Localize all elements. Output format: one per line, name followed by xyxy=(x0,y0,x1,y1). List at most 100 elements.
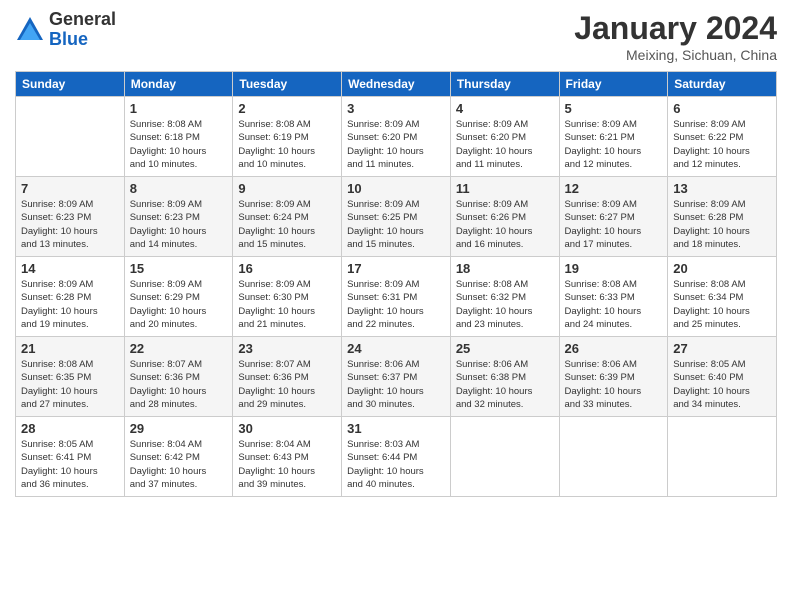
day-number: 24 xyxy=(347,341,445,356)
calendar-cell: 25 Sunrise: 8:06 AM Sunset: 6:38 PM Dayli… xyxy=(450,337,559,417)
calendar-cell: 1 Sunrise: 8:08 AM Sunset: 6:18 PM Daylig… xyxy=(124,97,233,177)
day-info: Sunrise: 8:09 AM Sunset: 6:31 PM Dayligh… xyxy=(347,278,445,331)
day-info: Sunrise: 8:09 AM Sunset: 6:25 PM Dayligh… xyxy=(347,198,445,251)
day-info: Sunrise: 8:09 AM Sunset: 6:28 PM Dayligh… xyxy=(21,278,119,331)
calendar-cell: 5Sunrise: 8:09 AM Sunset: 6:21 PM Daylig… xyxy=(559,97,668,177)
calendar-cell: 17 Sunrise: 8:09 AM Sunset: 6:31 PM Dayli… xyxy=(342,257,451,337)
day-info: Sunrise: 8:08 AM Sunset: 6:32 PM Dayligh… xyxy=(456,278,554,331)
day-info: Sunrise: 8:09 AM Sunset: 6:23 PM Dayligh… xyxy=(21,198,119,251)
logo: General Blue xyxy=(15,10,116,50)
week-row-4: 21 Sunrise: 8:08 AM Sunset: 6:35 PM Dayli… xyxy=(16,337,777,417)
day-number: 11 xyxy=(456,181,554,196)
day-number: 15 xyxy=(130,261,228,276)
calendar-cell: 28 Sunrise: 8:05 AM Sunset: 6:41 PM Dayli… xyxy=(16,417,125,497)
col-header-friday: Friday xyxy=(559,72,668,97)
header: General Blue January 2024 Meixing, Sichu… xyxy=(15,10,777,63)
day-info: Sunrise: 8:05 AM Sunset: 6:40 PM Dayligh… xyxy=(673,358,771,411)
month-title: January 2024 xyxy=(574,10,777,47)
calendar-cell: 20 Sunrise: 8:08 AM Sunset: 6:34 PM Dayli… xyxy=(668,257,777,337)
col-header-wednesday: Wednesday xyxy=(342,72,451,97)
calendar-cell: 9 Sunrise: 8:09 AM Sunset: 6:24 PM Daylig… xyxy=(233,177,342,257)
calendar-cell: 16 Sunrise: 8:09 AM Sunset: 6:30 PM Dayli… xyxy=(233,257,342,337)
calendar-cell: 8Sunrise: 8:09 AM Sunset: 6:23 PM Daylig… xyxy=(124,177,233,257)
day-number: 21 xyxy=(21,341,119,356)
day-number: 28 xyxy=(21,421,119,436)
day-info: Sunrise: 8:09 AM Sunset: 6:29 PM Dayligh… xyxy=(130,278,228,331)
day-info: Sunrise: 8:07 AM Sunset: 6:36 PM Dayligh… xyxy=(130,358,228,411)
day-number: 16 xyxy=(238,261,336,276)
week-row-1: 1 Sunrise: 8:08 AM Sunset: 6:18 PM Daylig… xyxy=(16,97,777,177)
calendar-cell: 23Sunrise: 8:07 AM Sunset: 6:36 PM Dayli… xyxy=(233,337,342,417)
day-info: Sunrise: 8:04 AM Sunset: 6:42 PM Dayligh… xyxy=(130,438,228,491)
day-number: 23 xyxy=(238,341,336,356)
day-number: 2 xyxy=(238,101,336,116)
day-info: Sunrise: 8:09 AM Sunset: 6:28 PM Dayligh… xyxy=(673,198,771,251)
calendar-cell: 6 Sunrise: 8:09 AM Sunset: 6:22 PM Daylig… xyxy=(668,97,777,177)
calendar-cell: 21 Sunrise: 8:08 AM Sunset: 6:35 PM Dayli… xyxy=(16,337,125,417)
calendar-cell: 24 Sunrise: 8:06 AM Sunset: 6:37 PM Dayli… xyxy=(342,337,451,417)
week-row-3: 14 Sunrise: 8:09 AM Sunset: 6:28 PM Dayli… xyxy=(16,257,777,337)
calendar-cell: 3Sunrise: 8:09 AM Sunset: 6:20 PM Daylig… xyxy=(342,97,451,177)
day-info: Sunrise: 8:08 AM Sunset: 6:33 PM Dayligh… xyxy=(565,278,663,331)
day-number: 20 xyxy=(673,261,771,276)
day-number: 30 xyxy=(238,421,336,436)
day-number: 27 xyxy=(673,341,771,356)
day-number: 22 xyxy=(130,341,228,356)
calendar-cell: 30 Sunrise: 8:04 AM Sunset: 6:43 PM Dayli… xyxy=(233,417,342,497)
day-info: Sunrise: 8:08 AM Sunset: 6:18 PM Dayligh… xyxy=(130,118,228,171)
day-info: Sunrise: 8:06 AM Sunset: 6:37 PM Dayligh… xyxy=(347,358,445,411)
day-info: Sunrise: 8:04 AM Sunset: 6:43 PM Dayligh… xyxy=(238,438,336,491)
day-number: 4 xyxy=(456,101,554,116)
col-header-tuesday: Tuesday xyxy=(233,72,342,97)
day-info: Sunrise: 8:08 AM Sunset: 6:34 PM Dayligh… xyxy=(673,278,771,331)
day-info: Sunrise: 8:03 AM Sunset: 6:44 PM Dayligh… xyxy=(347,438,445,491)
logo-general: General xyxy=(49,10,116,30)
day-number: 17 xyxy=(347,261,445,276)
day-number: 1 xyxy=(130,101,228,116)
logo-blue: Blue xyxy=(49,30,116,50)
col-header-sunday: Sunday xyxy=(16,72,125,97)
day-number: 7 xyxy=(21,181,119,196)
calendar-cell xyxy=(559,417,668,497)
day-number: 12 xyxy=(565,181,663,196)
col-header-thursday: Thursday xyxy=(450,72,559,97)
day-info: Sunrise: 8:05 AM Sunset: 6:41 PM Dayligh… xyxy=(21,438,119,491)
day-number: 10 xyxy=(347,181,445,196)
day-info: Sunrise: 8:08 AM Sunset: 6:35 PM Dayligh… xyxy=(21,358,119,411)
location: Meixing, Sichuan, China xyxy=(574,47,777,63)
calendar-cell: 26Sunrise: 8:06 AM Sunset: 6:39 PM Dayli… xyxy=(559,337,668,417)
calendar-cell xyxy=(668,417,777,497)
day-number: 6 xyxy=(673,101,771,116)
calendar-cell: 29 Sunrise: 8:04 AM Sunset: 6:42 PM Dayli… xyxy=(124,417,233,497)
calendar-cell: 7 Sunrise: 8:09 AM Sunset: 6:23 PM Daylig… xyxy=(16,177,125,257)
day-info: Sunrise: 8:09 AM Sunset: 6:30 PM Dayligh… xyxy=(238,278,336,331)
calendar-cell: 19Sunrise: 8:08 AM Sunset: 6:33 PM Dayli… xyxy=(559,257,668,337)
day-number: 9 xyxy=(238,181,336,196)
day-number: 29 xyxy=(130,421,228,436)
day-number: 25 xyxy=(456,341,554,356)
title-block: January 2024 Meixing, Sichuan, China xyxy=(574,10,777,63)
day-number: 3 xyxy=(347,101,445,116)
calendar-cell: 31 Sunrise: 8:03 AM Sunset: 6:44 PM Dayli… xyxy=(342,417,451,497)
day-info: Sunrise: 8:08 AM Sunset: 6:19 PM Dayligh… xyxy=(238,118,336,171)
calendar-table: SundayMondayTuesdayWednesdayThursdayFrid… xyxy=(15,71,777,497)
col-header-monday: Monday xyxy=(124,72,233,97)
day-number: 31 xyxy=(347,421,445,436)
week-row-2: 7 Sunrise: 8:09 AM Sunset: 6:23 PM Daylig… xyxy=(16,177,777,257)
calendar-cell: 27 Sunrise: 8:05 AM Sunset: 6:40 PM Dayli… xyxy=(668,337,777,417)
day-info: Sunrise: 8:09 AM Sunset: 6:24 PM Dayligh… xyxy=(238,198,336,251)
day-info: Sunrise: 8:09 AM Sunset: 6:23 PM Dayligh… xyxy=(130,198,228,251)
day-number: 14 xyxy=(21,261,119,276)
col-header-saturday: Saturday xyxy=(668,72,777,97)
logo-icon xyxy=(15,15,45,45)
calendar-cell: 18 Sunrise: 8:08 AM Sunset: 6:32 PM Dayli… xyxy=(450,257,559,337)
day-info: Sunrise: 8:09 AM Sunset: 6:20 PM Dayligh… xyxy=(456,118,554,171)
day-info: Sunrise: 8:06 AM Sunset: 6:38 PM Dayligh… xyxy=(456,358,554,411)
calendar-cell: 2 Sunrise: 8:08 AM Sunset: 6:19 PM Daylig… xyxy=(233,97,342,177)
day-info: Sunrise: 8:09 AM Sunset: 6:22 PM Dayligh… xyxy=(673,118,771,171)
calendar-cell: 13Sunrise: 8:09 AM Sunset: 6:28 PM Dayli… xyxy=(668,177,777,257)
page-container: General Blue January 2024 Meixing, Sichu… xyxy=(0,0,792,507)
calendar-cell: 10 Sunrise: 8:09 AM Sunset: 6:25 PM Dayli… xyxy=(342,177,451,257)
day-number: 18 xyxy=(456,261,554,276)
calendar-cell: 22 Sunrise: 8:07 AM Sunset: 6:36 PM Dayli… xyxy=(124,337,233,417)
